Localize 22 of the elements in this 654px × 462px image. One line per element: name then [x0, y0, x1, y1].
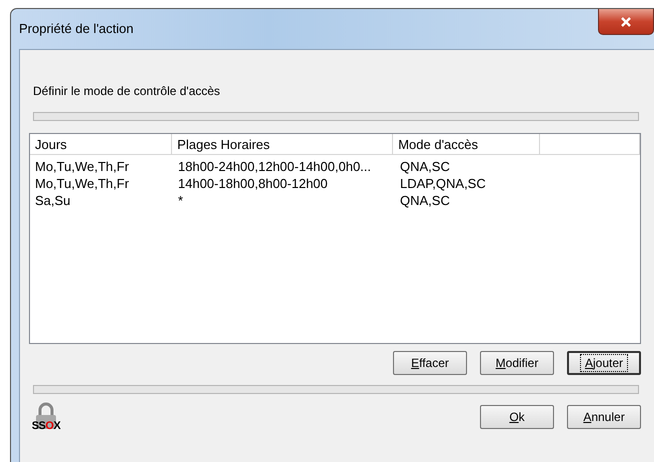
table-cell-text: * — [177, 192, 184, 209]
action-button[interactable]: Ajouter — [567, 351, 641, 375]
dialog-button[interactable]: Ok — [480, 405, 554, 429]
table-cell-text: QNA,SC — [399, 158, 451, 175]
action-button[interactable]: Modifier — [480, 351, 554, 375]
table-cell-text: Mo,Tu,We,Th,Fr — [34, 175, 130, 192]
table-cell-text: LDAP,QNA,SC — [399, 175, 487, 192]
close-icon — [620, 16, 632, 26]
table-cell-text: 14h00-18h00,8h00-12h00 — [177, 175, 329, 192]
table-cell-text: 18h00-24h00,12h00-14h00,0h0... — [177, 158, 372, 175]
close-button[interactable] — [598, 9, 654, 35]
dialog-button[interactable]: Annuler — [567, 405, 641, 429]
table-cell-text: Mo,Tu,We,Th,Fr — [34, 158, 130, 175]
column-header[interactable]: Jours — [30, 134, 172, 154]
column-header[interactable]: Mode d'accès — [393, 134, 540, 154]
instruction-text: Définir le mode de contrôle d'accès — [33, 84, 222, 100]
lock-logo: SSOX — [29, 402, 63, 432]
column-header[interactable]: Plages Horaires — [172, 134, 394, 154]
window-title: Propriété de l'action — [19, 21, 134, 36]
action-button[interactable]: Effacer — [393, 351, 467, 375]
table-cell-text: Sa,Su — [34, 192, 72, 209]
table-cell-text: QNA,SC — [399, 192, 451, 209]
